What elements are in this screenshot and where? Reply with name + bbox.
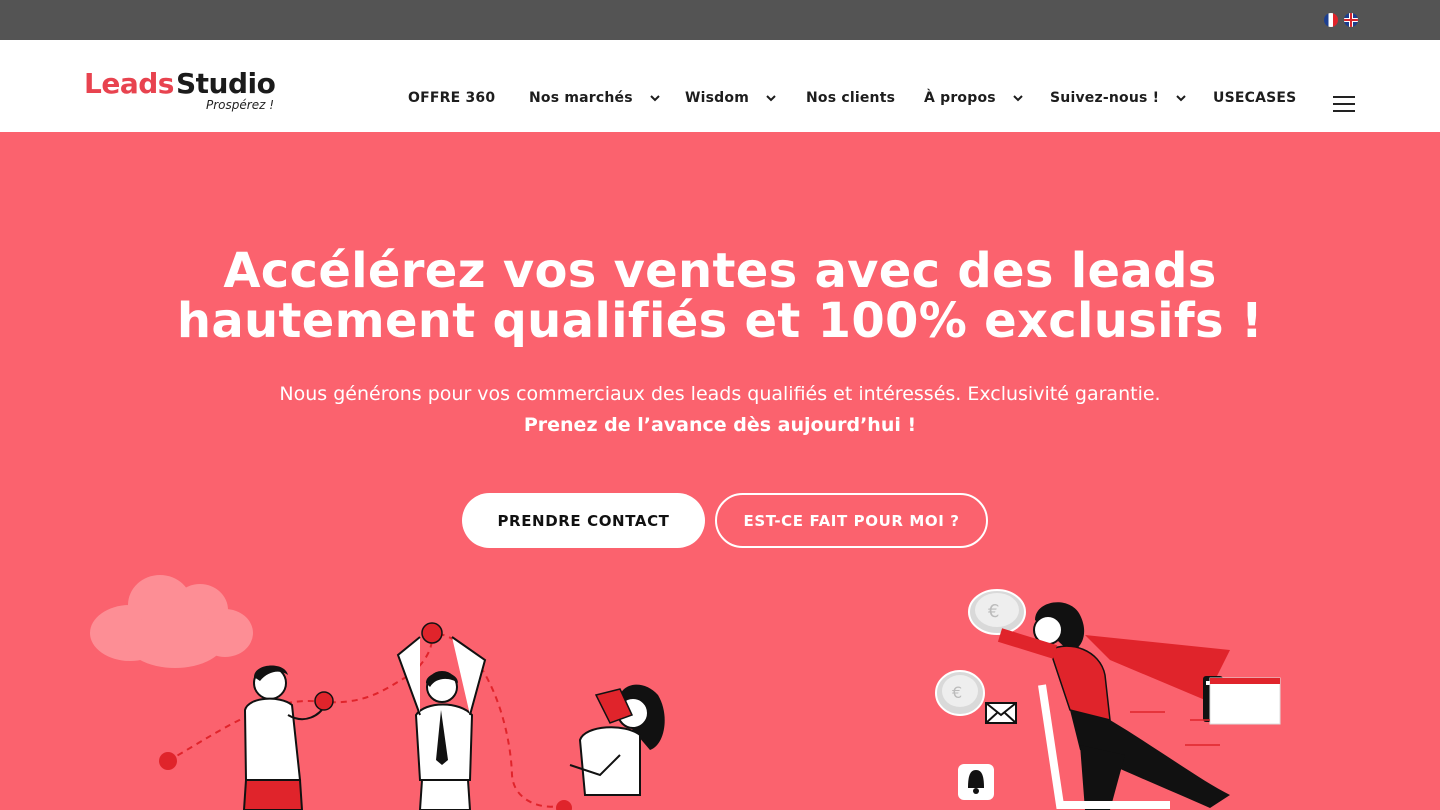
flying-woman-illustration: € € [935, 589, 1281, 810]
nav-item-a-propos[interactable]: À propos [924, 90, 1023, 106]
prendre-contact-button[interactable]: PRENDRE CONTACT [462, 493, 705, 548]
nav-item-nos-marches[interactable]: Nos marchés [529, 90, 660, 106]
woman-figure [997, 602, 1230, 810]
chevron-down-icon [1013, 94, 1023, 101]
hero-subtitle: Nous générons pour vos commerciaux des l… [279, 383, 1161, 405]
logo-leads-text: Leads [84, 67, 174, 100]
team-passing-balls-illustration [90, 575, 665, 810]
nav-item-nos-clients[interactable]: Nos clients [806, 90, 895, 106]
hero-title-line-2: hautement qualifiés et 100% exclusifs ! [176, 293, 1264, 349]
person-2-figure [396, 622, 487, 810]
site-logo[interactable]: Leads Studio Prospérez ! [84, 67, 284, 117]
logo-tagline: Prospérez ! [206, 98, 275, 112]
hero-title: Accélérez vos ventes avec des leads haut… [0, 246, 1440, 346]
chevron-down-icon [1176, 94, 1186, 101]
nav-item-label: USECASES [1213, 90, 1297, 106]
uk-flag-icon[interactable] [1344, 13, 1358, 27]
nav-item-label: Wisdom [685, 90, 750, 106]
svg-text:€: € [988, 601, 999, 622]
est-ce-fait-pour-moi-button[interactable]: EST-CE FAIT POUR MOI ? [715, 493, 988, 548]
browser-window-icon [1209, 677, 1281, 725]
nav-item-label: Nos marchés [529, 90, 633, 106]
cloud-icon [90, 575, 253, 668]
hero-title-line-1: Accélérez vos ventes avec des leads [223, 243, 1217, 299]
nav-item-suivez-nous[interactable]: Suivez-nous ! [1050, 90, 1186, 106]
top-bar [0, 0, 1440, 40]
person-1-figure [242, 665, 334, 810]
envelope-icon [985, 702, 1017, 724]
nav-item-wisdom[interactable]: Wisdom [685, 90, 776, 106]
bell-icon [958, 764, 994, 800]
chevron-down-icon [650, 94, 660, 101]
nav-item-label: Nos clients [806, 90, 896, 106]
nav-item-label: Suivez-nous ! [1050, 90, 1160, 106]
nav-item-usecases[interactable]: USECASES [1213, 90, 1296, 106]
nav-item-offre-360[interactable]: OFFRE 360 [408, 90, 495, 106]
chevron-down-icon [766, 94, 776, 101]
euro-coin-icon: € [935, 670, 985, 716]
euro-coin-icon: € [968, 589, 1026, 635]
site-header: Leads Studio Prospérez ! OFFRE 360 Nos m… [0, 40, 1440, 132]
logo-studio-text: Studio [176, 67, 276, 100]
person-3-figure [556, 684, 665, 810]
france-flag-icon[interactable] [1324, 13, 1338, 27]
hero-subtitle-bold: Prenez de l’avance dès aujourd’hui ! [523, 414, 917, 436]
nav-item-label: OFFRE 360 [408, 90, 496, 106]
hamburger-menu-icon[interactable] [1333, 96, 1355, 112]
nav-item-label: À propos [924, 90, 996, 106]
svg-text:€: € [952, 683, 962, 702]
